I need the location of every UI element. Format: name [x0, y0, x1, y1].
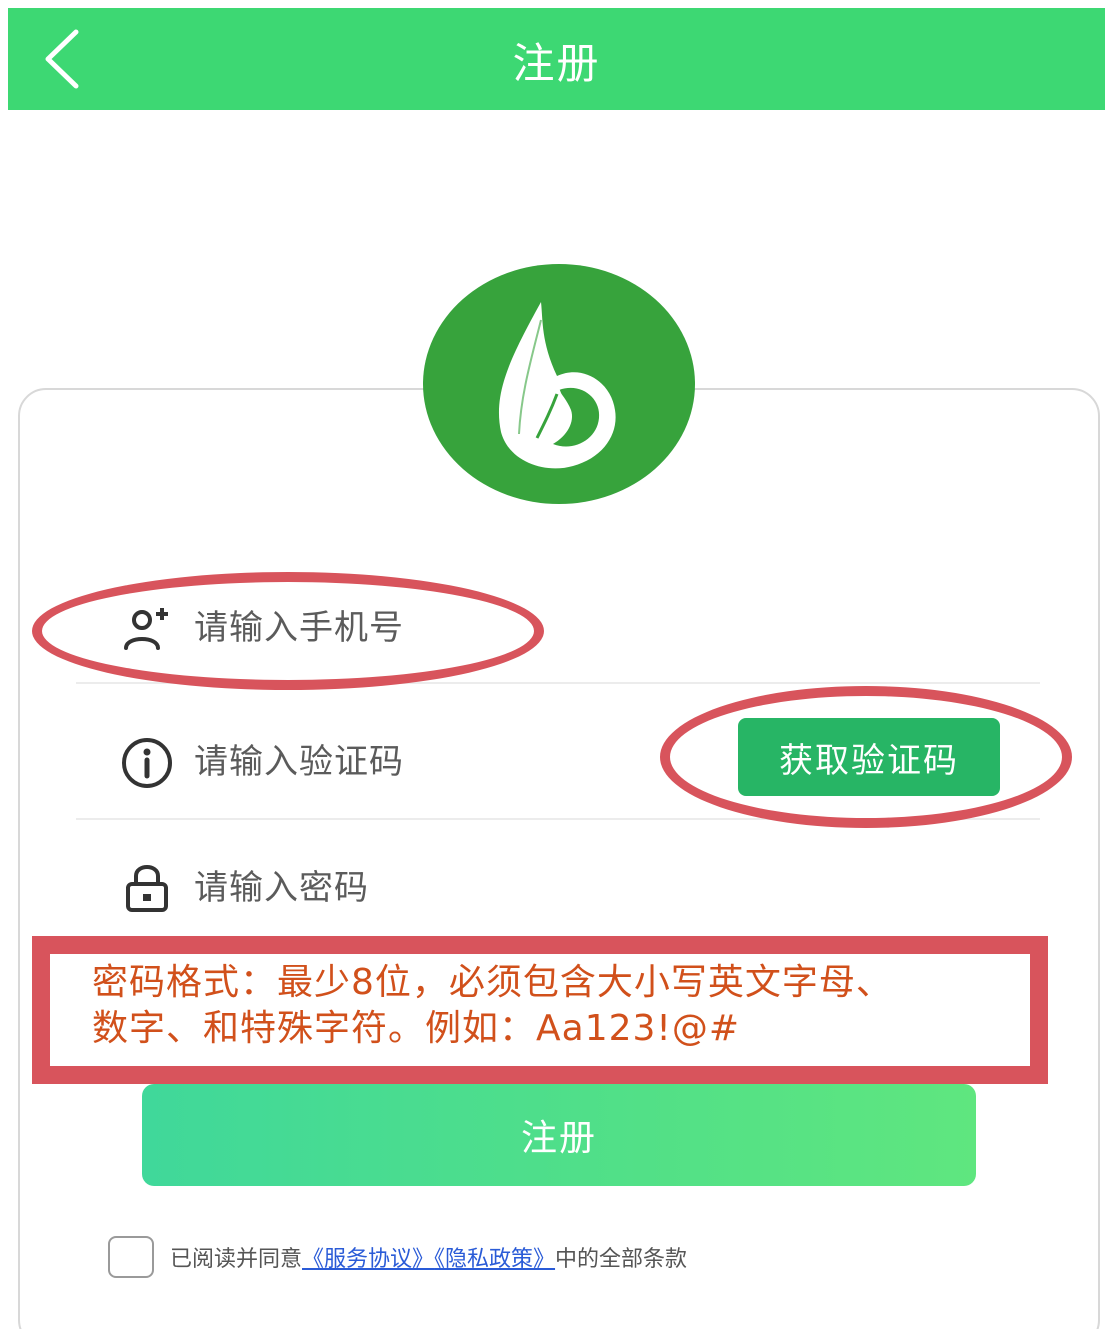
password-row — [76, 838, 1040, 938]
agreement-prefix: 已阅读并同意 — [170, 1247, 303, 1272]
add-user-icon — [124, 608, 168, 650]
top-app-bar: 注册 — [8, 8, 1105, 110]
phone-input[interactable] — [194, 598, 714, 658]
agreement-text: 已阅读并同意《服务协议》《隐私政策》中的全部条款 — [170, 1241, 687, 1273]
page-title: 注册 — [512, 39, 601, 88]
service-agreement-link[interactable]: 《服务协议》 — [302, 1247, 434, 1272]
hint-line-1: 密码格式：最少8位，必须包含大小写英文字母、 — [92, 962, 893, 1003]
lock-icon — [126, 865, 168, 912]
password-format-hint: 密码格式：最少8位，必须包含大小写英文字母、 数字、和特殊字符。例如：Aa123… — [92, 960, 1042, 1052]
code-input[interactable] — [194, 732, 614, 792]
info-circle-icon — [122, 738, 172, 788]
hint-line-2: 数字、和特殊字符。例如：Aa123!@# — [92, 1008, 740, 1049]
agreement-suffix: 中的全部条款 — [555, 1247, 688, 1272]
password-input[interactable] — [194, 858, 714, 918]
get-code-button[interactable]: 获取验证码 — [738, 718, 1000, 796]
app-logo — [423, 264, 695, 504]
privacy-policy-link[interactable]: 《隐私政策》 — [434, 1247, 555, 1272]
phone-row — [76, 584, 1040, 684]
leaf-drop-logo — [498, 302, 616, 469]
register-button[interactable]: 注册 — [142, 1084, 976, 1186]
agreement-checkbox[interactable] — [108, 1236, 154, 1278]
